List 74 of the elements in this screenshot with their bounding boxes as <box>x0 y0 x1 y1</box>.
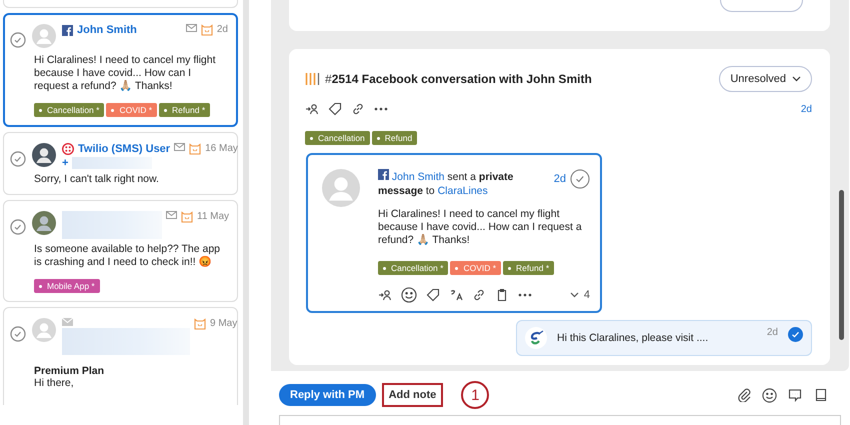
time-label: 16 May <box>205 143 238 154</box>
reply-input-field[interactable] <box>279 415 841 425</box>
conversation-card[interactable]: 11 May Is someone available to help?? The app is crashing and I need to check in!! 😡 Mobile App * <box>3 200 238 302</box>
more-icon[interactable] <box>374 107 388 111</box>
tag-chip: Refund <box>372 131 418 145</box>
conversation-card[interactable]: John Smith 2d Hi Claralines! I need to cancel my flight because I have covid... How can I request a refund? 🙏🏼 Thanks! Cancellation * COVID * Refund * <box>3 13 238 127</box>
tag-chip: Cancellation <box>305 131 370 145</box>
message-header: John Smith sent a private message to ClaraLines <box>378 169 514 198</box>
check-circle-icon[interactable] <box>10 219 26 235</box>
check-circle-icon[interactable] <box>10 151 26 167</box>
scrollbar-thumb[interactable] <box>839 190 844 340</box>
facebook-icon <box>378 169 389 180</box>
tag-icon[interactable] <box>328 102 342 116</box>
message-text: Hi Claralines! I need to cancel my flight because I have covid... How can I request a refund? 🙏🏼 Thanks! <box>378 208 583 247</box>
envelope-icon <box>62 318 73 326</box>
emoji-icon[interactable] <box>401 287 417 303</box>
envelope-icon <box>174 143 186 151</box>
assign-user-icon[interactable] <box>378 288 392 302</box>
contact-name[interactable]: Twilio (SMS) User <box>78 143 170 155</box>
tag-chip: Cancellation * <box>378 261 448 275</box>
priority-icon <box>305 72 321 86</box>
time-label: 11 May <box>197 211 230 222</box>
tag-chip: Refund * <box>503 261 554 275</box>
composer-tab[interactable]: Reply with PM <box>279 384 376 406</box>
translate-icon[interactable] <box>449 288 463 302</box>
time-label: 2d <box>766 327 778 338</box>
chevron-down-icon <box>570 292 579 298</box>
callout-number: 1 <box>461 381 490 410</box>
comment-icon[interactable] <box>787 388 803 402</box>
tag-chip: Refund * <box>159 103 210 117</box>
envelope-icon <box>186 24 197 32</box>
composer-tab[interactable]: Add note <box>382 383 444 408</box>
check-circle-icon <box>788 327 803 342</box>
emoji-icon[interactable] <box>762 388 777 403</box>
message-preview: Is someone available to help?? The app is crashing and I need to check in!! 😡 <box>34 243 222 269</box>
airline-logo-icon <box>525 327 547 349</box>
subject-text: Premium Plan <box>34 365 106 377</box>
check-circle-icon[interactable] <box>570 169 590 189</box>
tag-chip: Cancellation * <box>34 103 104 117</box>
more-icon[interactable] <box>518 293 532 297</box>
conversation-card[interactable]: 9 May Premium Plan Hi there, <box>3 307 238 405</box>
time-label: 9 May <box>210 318 238 329</box>
time-label: 2d <box>800 104 812 114</box>
clipboard-icon[interactable] <box>495 288 509 302</box>
chevron-down-icon <box>792 76 801 82</box>
recipient-link[interactable]: ClaraLines <box>438 185 488 197</box>
contact-name[interactable]: John Smith <box>77 24 137 36</box>
message-preview: Hi Claralines! I need to cancel my flight because I have covid... How can I request a refund? 🙏🏼 Thanks! <box>34 54 216 93</box>
time-label: 2d <box>216 24 228 35</box>
assign-user-icon[interactable] <box>305 102 319 116</box>
conversation-card[interactable]: Twilio (SMS) User + 16 May Sorry, I can't talk right now. <box>3 132 238 195</box>
phone-number: + <box>62 157 68 169</box>
sms-icon <box>62 143 74 155</box>
tag-chip: COVID * <box>106 103 158 117</box>
reply-count[interactable]: 4 <box>584 289 590 301</box>
time-label: 2d <box>554 173 566 185</box>
check-circle-icon[interactable] <box>10 32 26 48</box>
reply-text: Hi this Claralines, please visit .... <box>557 332 710 344</box>
tag-chip: COVID * <box>450 261 502 275</box>
envelope-icon <box>166 211 177 219</box>
tag-chip: Mobile App * <box>34 279 100 293</box>
link-icon[interactable] <box>472 288 486 302</box>
status-dropdown[interactable]: Unresolved <box>719 66 812 92</box>
conversation-title: #2514 Facebook conversation with John Smith <box>305 72 592 86</box>
link-icon[interactable] <box>351 102 365 116</box>
facebook-icon <box>62 24 73 36</box>
avatar-icon <box>322 169 360 207</box>
paperclip-icon[interactable] <box>736 388 752 402</box>
tag-icon[interactable] <box>426 288 440 302</box>
message-preview: Sorry, I can't talk right now. <box>34 173 160 186</box>
sender-link[interactable]: John Smith <box>392 171 444 183</box>
message-preview: Hi there, <box>34 377 75 390</box>
book-icon[interactable] <box>813 388 829 402</box>
check-circle-icon[interactable] <box>10 326 26 342</box>
